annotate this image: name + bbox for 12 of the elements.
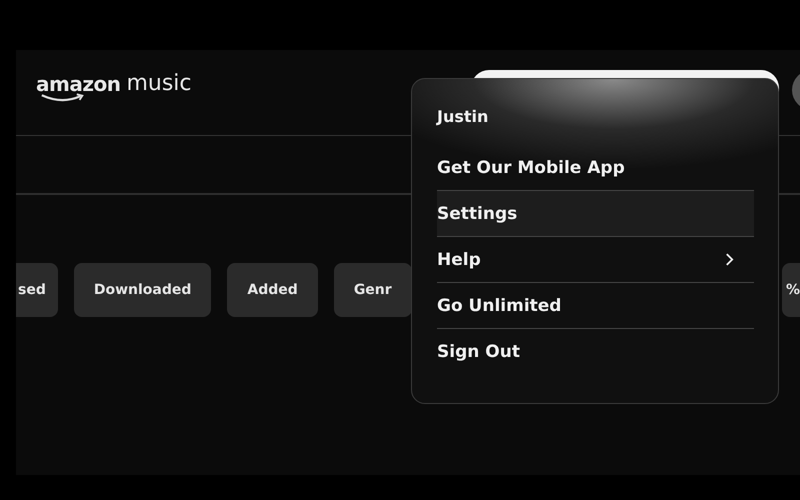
filter-chip[interactable]: Added — [227, 263, 318, 317]
menu-item[interactable]: Settings — [437, 190, 754, 236]
user-name: Justin — [437, 106, 488, 128]
menu-item[interactable]: Help — [437, 236, 754, 282]
filter-chip[interactable]: Genr — [334, 263, 412, 317]
filter-chip[interactable]: % — [782, 263, 800, 317]
menu-item[interactable]: Sign Out — [437, 328, 754, 374]
menu-item[interactable]: Go Unlimited — [437, 282, 754, 328]
filter-chip[interactable]: sed — [16, 263, 58, 317]
amazon-music-logo[interactable]: amazon music — [36, 70, 192, 106]
filter-chip[interactable]: Downloaded — [74, 263, 212, 317]
menu-item[interactable]: Get Our Mobile App — [437, 145, 754, 190]
